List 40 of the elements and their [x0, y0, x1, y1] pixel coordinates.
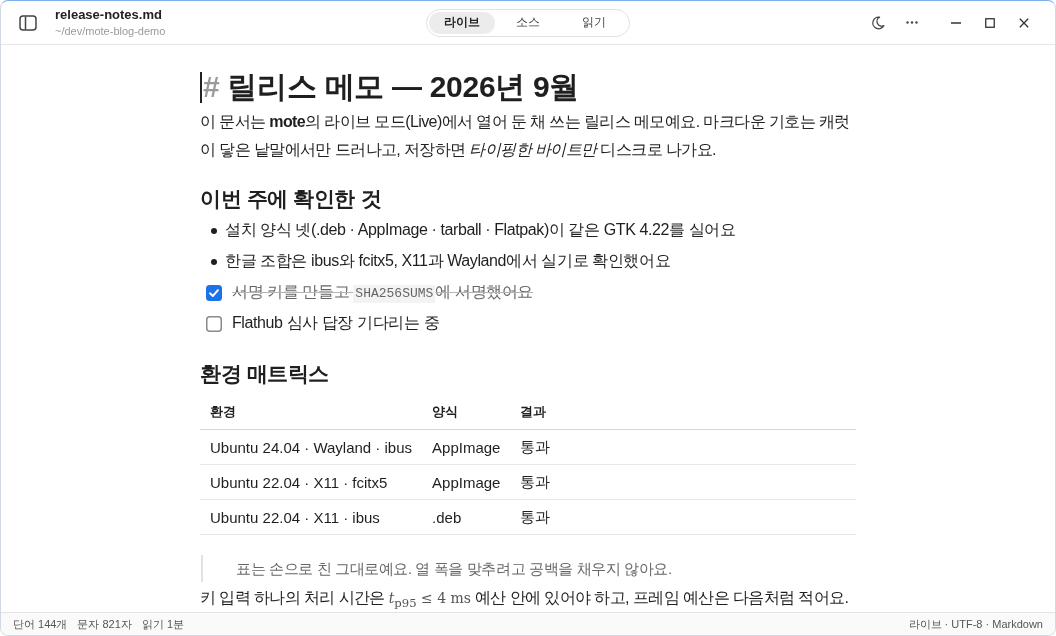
section-heading: 환경 매트릭스 — [200, 361, 331, 387]
sidebar-toggle-icon[interactable] — [19, 14, 37, 31]
table-cell: 통과 — [510, 464, 856, 500]
status-item: 문자 821자 — [77, 616, 132, 632]
bullet-icon — [211, 227, 217, 234]
checkbox[interactable] — [206, 315, 222, 332]
list-item-text: 한글 조합은 ibus와 fcitx5, X11과 Wayland에서 실기로 확인했어요 — [225, 251, 671, 271]
table-cell: AppImage — [422, 464, 511, 500]
status-item: 읽기 1분 — [141, 616, 185, 632]
table-header: 양식 — [422, 394, 511, 430]
task-text: Flathub 심사 답장 기다리는 중 — [232, 313, 440, 333]
moon-icon[interactable] — [871, 15, 885, 30]
table-cell: .deb — [422, 499, 511, 535]
maximize-icon[interactable] — [985, 17, 995, 28]
mode-tab[interactable]: 소스 — [495, 11, 561, 34]
table-cell: AppImage — [422, 429, 511, 465]
file-name: release-notes.md — [55, 6, 163, 23]
file-path: ~/dev/mote-blog-demo — [55, 23, 166, 39]
more-icon[interactable] — [906, 21, 918, 24]
table-header: 환경 — [200, 394, 423, 430]
mode-tab[interactable]: 읽기 — [561, 11, 627, 34]
table-cell: 통과 — [510, 429, 856, 465]
table-cell: Ubuntu 24.04 · Wayland · ibus — [200, 429, 423, 465]
table-header: 결과 — [510, 394, 856, 430]
paragraph: 키 입력 하나의 처리 시간은 t$_{p95}$ ≤ 4 ms 예산 안에 있어야 하고, 프레임 예산은 다음처럼 적어요. — [200, 588, 850, 612]
checkbox[interactable] — [206, 284, 222, 301]
list-item-text: 설치 양식 넷(.deb · AppImage · tarball · Flatpak)이 같은 GTK 4.22를 실어요 — [225, 220, 736, 240]
minimize-icon[interactable] — [951, 21, 961, 24]
table-cell: Ubuntu 22.04 · X11 · fcitx5 — [200, 464, 423, 500]
paragraph: 이 문서는 mote의 라이브 모드(Live)에서 열어 둔 채 쓰는 릴리스 메모예요. 마크다운 기호는 캐럿이 닿은 낱말에서만 드러나고, 저장하면 타이핑한 바이트만 디스크로 나가요. — [200, 112, 851, 160]
table-cell: 통과 — [510, 499, 856, 535]
table-cell: Ubuntu 22.04 · X11 · ibus — [200, 499, 423, 535]
bullet-icon — [211, 258, 217, 265]
close-icon[interactable] — [1019, 17, 1029, 28]
status-item: 단어 144개 — [13, 616, 68, 632]
document-heading: # 릴리스 메모 — 2026년 9월 — [203, 69, 580, 105]
blockquote: 표는 손으로 친 그대로예요. 열 폭을 맞추려고 공백을 채우지 않아요. — [201, 555, 856, 582]
mode-tab[interactable]: 라이브 — [429, 11, 495, 34]
section-heading: 이번 주에 확인한 것 — [200, 186, 383, 212]
status-info: 라이브 · UTF-8 · Markdown — [908, 616, 1043, 632]
